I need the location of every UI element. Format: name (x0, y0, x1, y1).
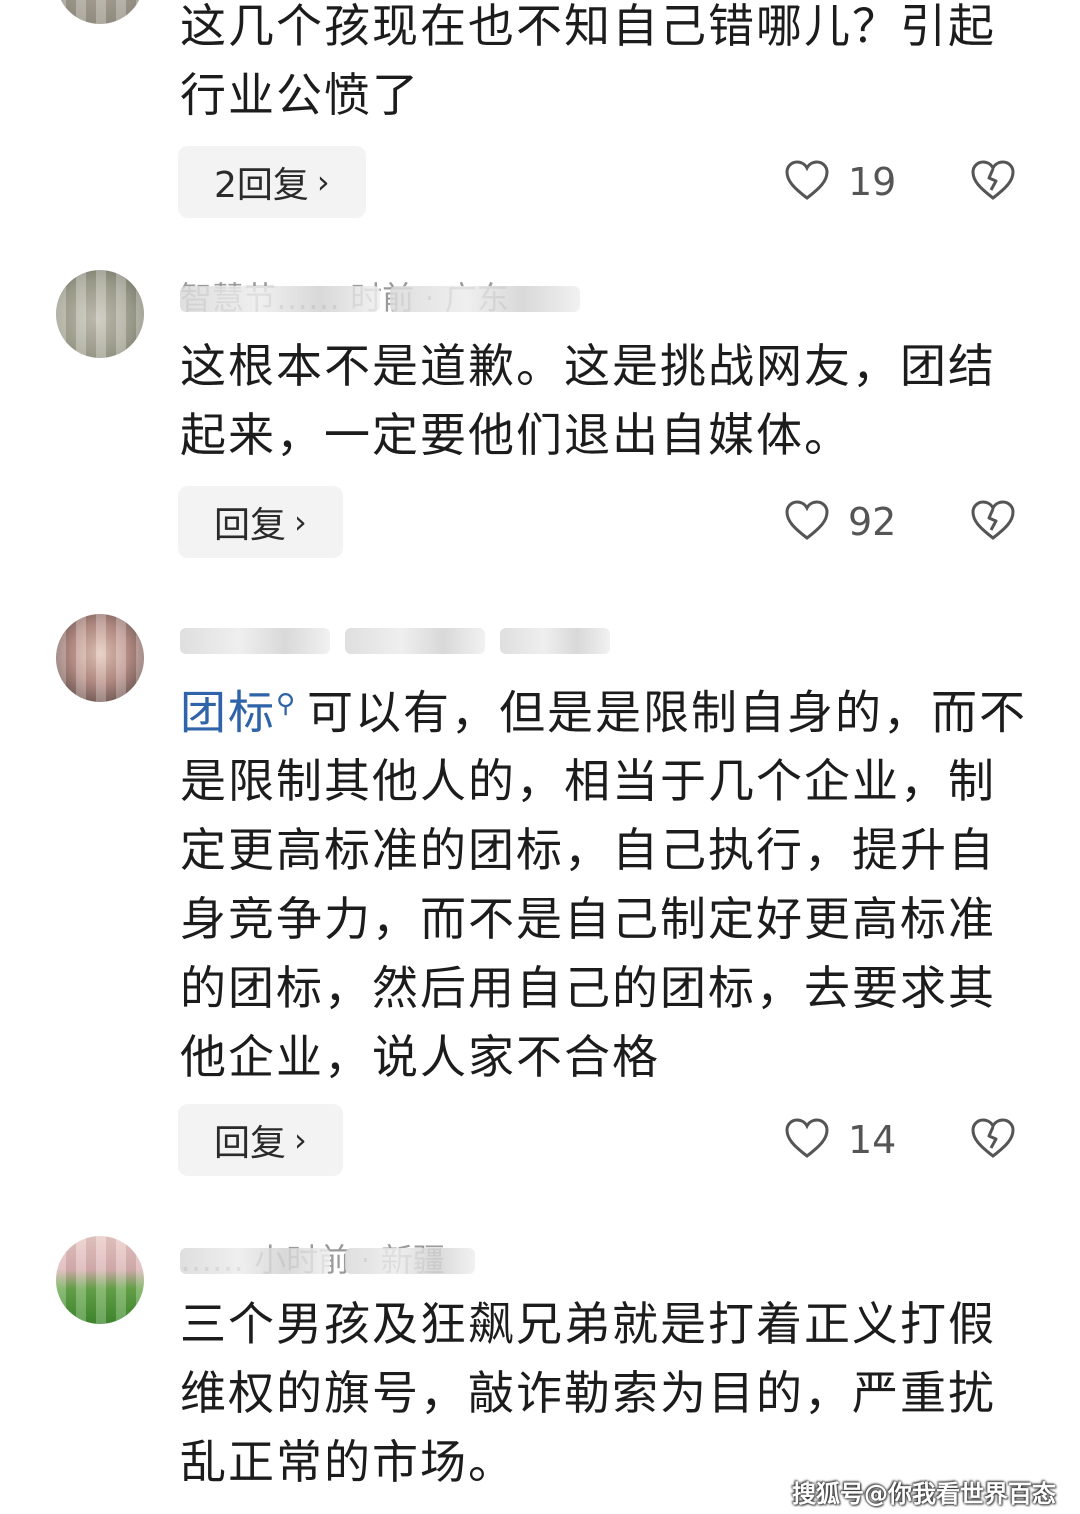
comment-body: 可以有，但是是限制自身的，而不是限制其他人的，相当于几个企业，制定更高标准的团标… (180, 685, 1028, 1085)
blurred-username (180, 1248, 330, 1274)
chevron-right-icon: › (316, 163, 330, 201)
like-button[interactable]: 92 (784, 486, 896, 558)
reply-button-label: 回复 (214, 1123, 287, 1164)
comment-meta: …… 小时前 · 新疆 (180, 1240, 600, 1280)
comment-meta (180, 620, 620, 660)
comment-text: 团标⚲ 可以有，但是是限制自身的，而不是限制其他人的，相当于几个企业，制定更高标准… (180, 670, 1040, 1092)
like-count: 92 (848, 500, 897, 544)
chevron-right-icon: › (294, 1121, 307, 1159)
watermark: 搜狐号@你我看世界百态 (792, 1480, 1056, 1508)
reply-button[interactable]: 回复 › (178, 486, 343, 558)
avatar[interactable] (56, 614, 144, 702)
reply-button-label: 回复 (214, 505, 287, 546)
like-count: 14 (848, 1118, 897, 1162)
comment-text: 三个男孩及狂飙兄弟就是打着正义打假维权的旗号，敲诈勒索为目的，严重扰乱正常的市场… (180, 1297, 996, 1489)
comment-text: 这几个孩现在也不知自己错哪儿？引起行业公愤了 (180, 0, 996, 122)
blurred-location (500, 628, 610, 654)
dislike-button[interactable] (970, 486, 1016, 558)
blurred-time (345, 628, 485, 654)
like-button[interactable]: 14 (784, 1104, 896, 1176)
reply-button-label: 2回复 (214, 165, 309, 206)
broken-heart-icon (970, 499, 1016, 545)
dislike-button[interactable] (970, 146, 1016, 218)
heart-outline-icon (784, 1117, 830, 1163)
heart-outline-icon (784, 499, 830, 545)
like-count: 19 (848, 160, 897, 204)
blurred-time (345, 1248, 475, 1274)
heart-outline-icon (784, 159, 830, 205)
blurred-time (390, 286, 580, 312)
comment-text: 这根本不是道歉。这是挑战网友，团结起来，一定要他们退出自媒体。 (180, 339, 996, 462)
search-icon: ⚲ (276, 689, 298, 719)
chevron-right-icon: › (294, 503, 307, 541)
broken-heart-icon (970, 1117, 1016, 1163)
blurred-username (180, 286, 380, 312)
avatar[interactable] (56, 1236, 144, 1324)
like-button[interactable]: 19 (784, 146, 896, 218)
hashtag-link[interactable]: 团标 (180, 685, 276, 739)
avatar[interactable] (56, 270, 144, 358)
broken-heart-icon (970, 159, 1016, 205)
reply-button[interactable]: 回复 › (178, 1104, 343, 1176)
dislike-button[interactable] (970, 1104, 1016, 1176)
avatar[interactable] (56, 0, 144, 24)
blurred-username (180, 628, 330, 654)
comment-meta: 智慧节…… 时前 · 广东 (180, 278, 640, 318)
reply-button[interactable]: 2回复 › (178, 146, 366, 218)
